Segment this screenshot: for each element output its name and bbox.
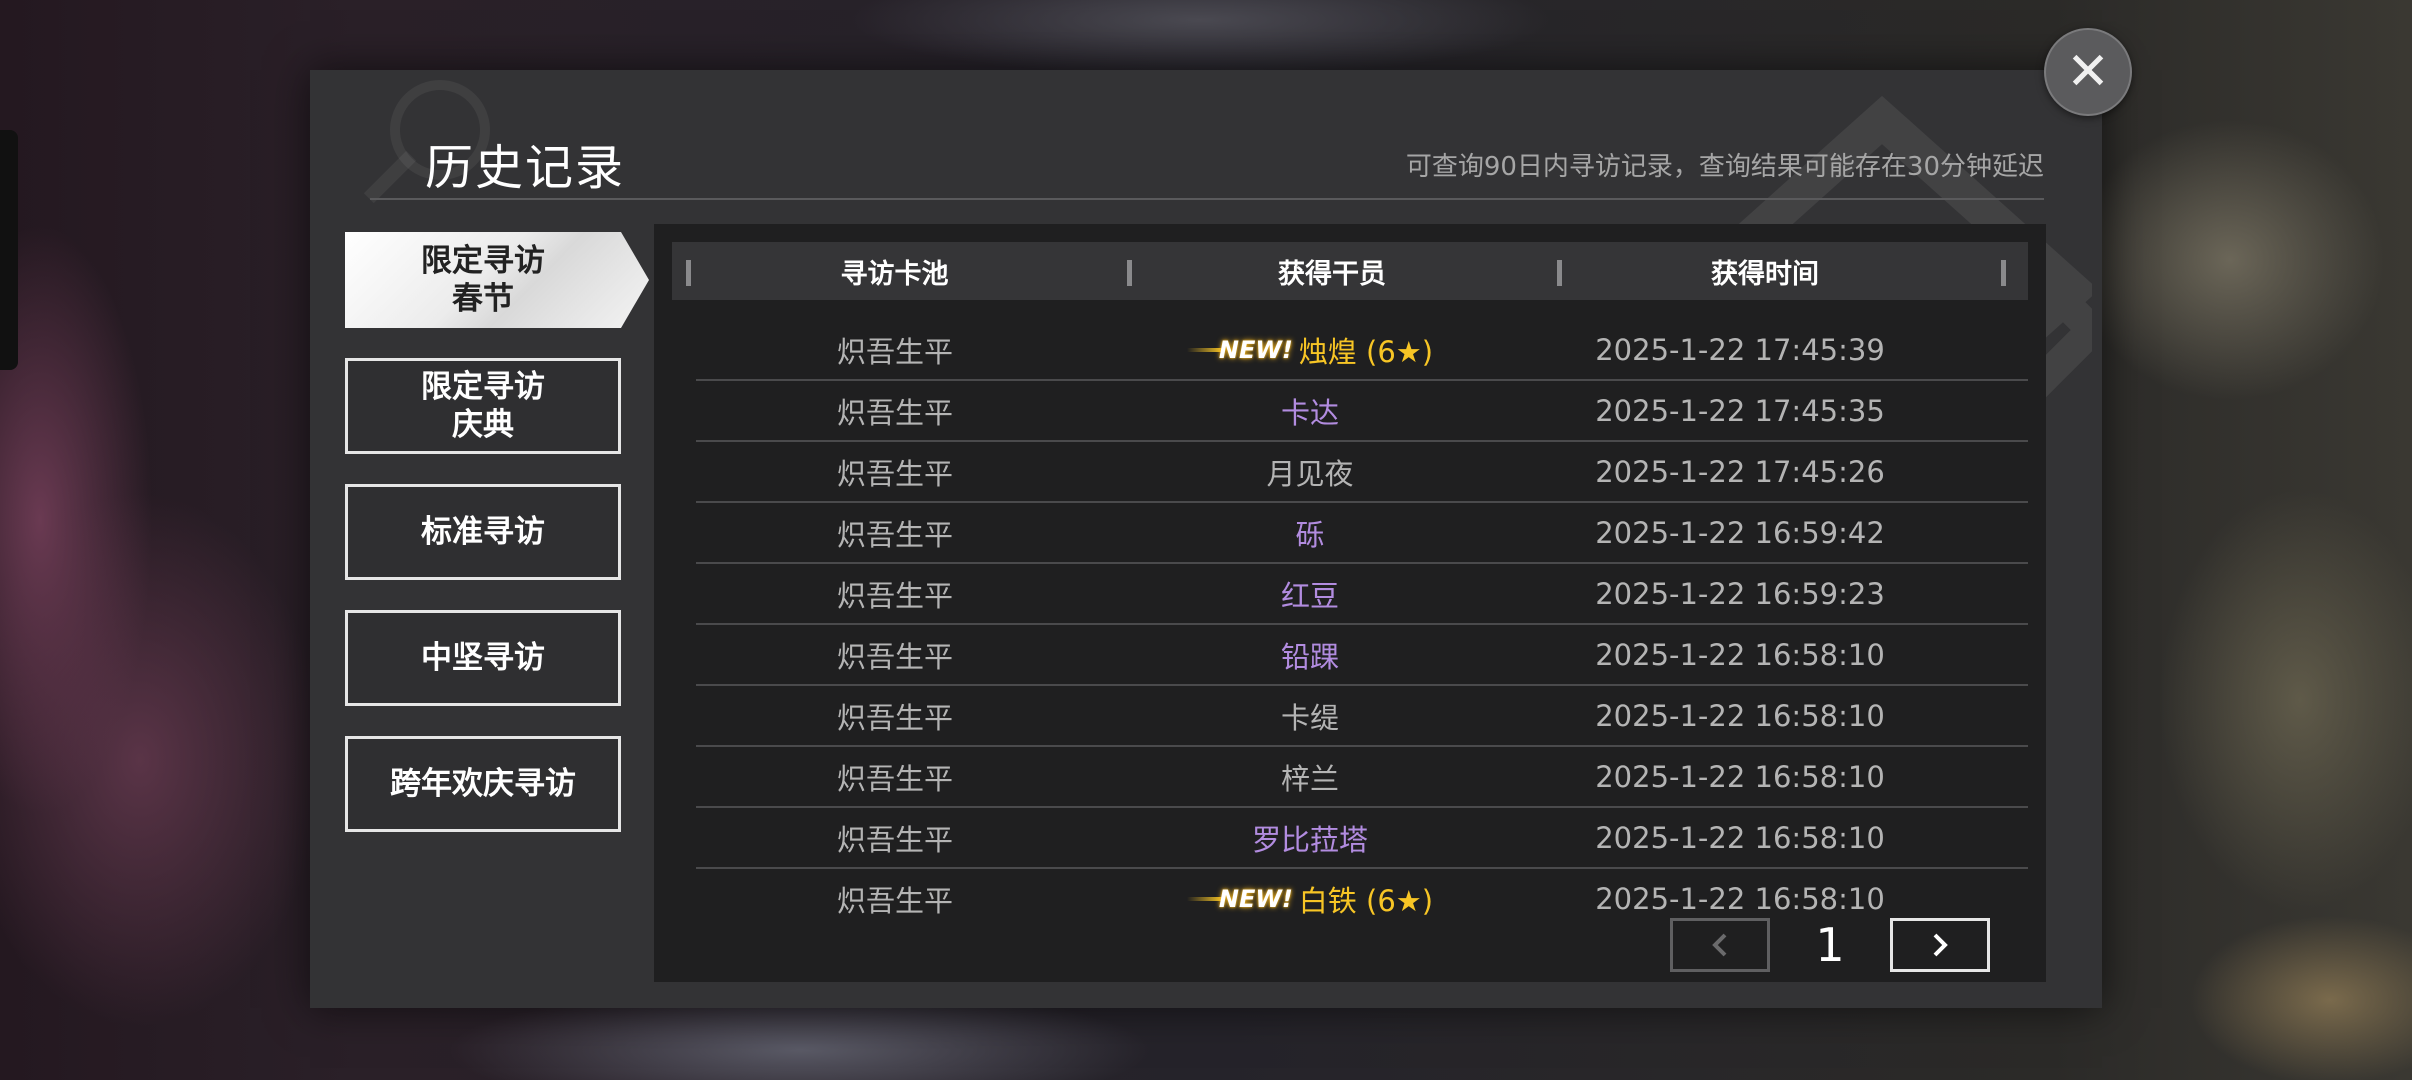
cell-time: 2025-1-22 16:58:10	[1595, 881, 1885, 916]
header-operator-label: 获得干员	[1278, 258, 1386, 290]
cell-time: 2025-1-22 16:59:42	[1595, 515, 1885, 550]
banner-tab-label: 中坚寻访	[421, 640, 545, 676]
cell-operator: 罗比菈塔	[1094, 817, 1526, 859]
banner-tab-label: 跨年欢庆寻访	[390, 766, 576, 802]
banner-tab-2[interactable]: 标准寻访	[345, 484, 621, 580]
operator-name: 白铁 (6★)	[1298, 883, 1434, 918]
cell-pool: 炽吾生平	[836, 517, 953, 552]
cell-pool: 炽吾生平	[836, 822, 953, 857]
chevron-left-icon	[1712, 933, 1727, 957]
new-badge-streak-icon	[1186, 896, 1223, 901]
cell-time: 2025-1-22 17:45:35	[1595, 393, 1885, 428]
operator-name: 铅踝	[1280, 639, 1339, 674]
operator-name: 月见夜	[1266, 456, 1354, 491]
cell-time: 2025-1-22 16:58:10	[1595, 698, 1885, 733]
header-pool-label: 寻访卡池	[840, 258, 949, 290]
table-row: 炽吾生平 梓兰 2025-1-22 16:58:10	[696, 747, 2028, 808]
table-row: 炽吾生平 卡达 2025-1-22 17:45:35	[696, 381, 2028, 442]
cell-pool: 炽吾生平	[836, 334, 953, 369]
header-separator	[686, 260, 691, 286]
operator-name: 红豆	[1280, 578, 1339, 613]
operator-name: 卡缇	[1280, 700, 1339, 735]
new-badge-text: NEW!	[1218, 335, 1293, 364]
banner-tab-list: 限定寻访 春节 限定寻访 庆典标准寻访中坚寻访跨年欢庆寻访	[345, 232, 649, 862]
header-pool: 寻访卡池	[672, 242, 1117, 300]
cell-operator: 梓兰	[1094, 756, 1526, 798]
cell-time: 2025-1-22 16:58:10	[1595, 820, 1885, 855]
banner-tab-0[interactable]: 限定寻访 春节	[345, 232, 649, 328]
page-number: 1	[1815, 918, 1845, 972]
cell-time: 2025-1-22 16:59:23	[1595, 576, 1885, 611]
header-separator	[2001, 260, 2006, 286]
new-badge: NEW!	[1186, 335, 1293, 364]
banner-tab-label: 限定寻访 春节	[421, 243, 545, 317]
cell-operator: 卡达	[1094, 390, 1526, 432]
cell-pool: 炽吾生平	[836, 395, 953, 430]
cell-pool: 炽吾生平	[836, 456, 953, 491]
operator-name: 卡达	[1280, 395, 1339, 430]
title-divider	[370, 198, 2044, 200]
table-header: 寻访卡池 获得干员 获得时间	[672, 242, 2028, 300]
operator-name: 砾	[1295, 517, 1325, 552]
header-time-label: 获得时间	[1711, 258, 1819, 290]
dialog-subtitle: 可查询90日内寻访记录，查询结果可能存在30分钟延迟	[1405, 152, 2044, 182]
table-row: 炽吾生平 砾 2025-1-22 16:59:42	[696, 503, 2028, 564]
chevron-right-icon	[1933, 933, 1948, 957]
header-time: 获得时间	[1547, 242, 1983, 300]
next-page-button[interactable]	[1890, 918, 1990, 972]
new-badge-text: NEW!	[1218, 884, 1293, 913]
table-row: 炽吾生平 红豆 2025-1-22 16:59:23	[696, 564, 2028, 625]
table-row: 炽吾生平 月见夜 2025-1-22 17:45:26	[696, 442, 2028, 503]
header-operator: 获得干员	[1117, 242, 1547, 300]
cell-operator: 铅踝	[1094, 634, 1526, 676]
new-badge-streak-icon	[1186, 347, 1223, 352]
operator-name: 罗比菈塔	[1251, 822, 1368, 857]
cell-operator: 红豆	[1094, 573, 1526, 615]
banner-tab-3[interactable]: 中坚寻访	[345, 610, 621, 706]
banner-tab-4[interactable]: 跨年欢庆寻访	[345, 736, 621, 832]
close-icon: ✕	[2066, 42, 2110, 102]
dialog-title: 历史记录	[425, 140, 626, 196]
prev-page-button[interactable]	[1670, 918, 1770, 972]
cell-pool: 炽吾生平	[836, 639, 953, 674]
cell-time: 2025-1-22 17:45:39	[1595, 332, 1885, 367]
banner-tab-label: 限定寻访 庆典	[421, 369, 545, 443]
new-badge: NEW!	[1186, 884, 1293, 913]
table-row: 炽吾生平 罗比菈塔 2025-1-22 16:58:10	[696, 808, 2028, 869]
table-row: 炽吾生平 铅踝 2025-1-22 16:58:10	[696, 625, 2028, 686]
cell-operator: NEW! 烛煌 (6★)	[1094, 329, 1526, 371]
cell-time: 2025-1-22 17:45:26	[1595, 454, 1885, 489]
history-table: 寻访卡池 获得干员 获得时间 炽吾生平 NEW! 烛煌 (6★) 2025-1-22 …	[654, 224, 2046, 982]
cell-time: 2025-1-22 16:58:10	[1595, 637, 1885, 672]
banner-tab-label: 标准寻访	[421, 514, 545, 550]
cell-pool: 炽吾生平	[836, 578, 953, 613]
table-row: 炽吾生平 NEW! 烛煌 (6★) 2025-1-22 17:45:39	[696, 320, 2028, 381]
header-separator	[1127, 260, 1132, 286]
operator-name: 梓兰	[1280, 761, 1339, 796]
cell-operator: 月见夜	[1094, 451, 1526, 493]
table-body: 炽吾生平 NEW! 烛煌 (6★) 2025-1-22 17:45:39 炽吾生平 卡达 2…	[696, 320, 2028, 928]
operator-name: 烛煌 (6★)	[1298, 334, 1434, 369]
cell-time: 2025-1-22 16:58:10	[1595, 759, 1885, 794]
cell-pool: 炽吾生平	[836, 761, 953, 796]
cell-pool: 炽吾生平	[836, 700, 953, 735]
banner-tab-1[interactable]: 限定寻访 庆典	[345, 358, 621, 454]
table-row: 炽吾生平 卡缇 2025-1-22 16:58:10	[696, 686, 2028, 747]
background-edge-handle	[0, 130, 18, 370]
cell-operator: 砾	[1094, 512, 1526, 554]
cell-operator: 卡缇	[1094, 695, 1526, 737]
header-separator	[1557, 260, 1562, 286]
close-button[interactable]: ✕	[2044, 28, 2132, 116]
pagination: 1	[1670, 918, 1990, 972]
cell-operator: NEW! 白铁 (6★)	[1094, 878, 1526, 920]
cell-pool: 炽吾生平	[836, 883, 953, 918]
